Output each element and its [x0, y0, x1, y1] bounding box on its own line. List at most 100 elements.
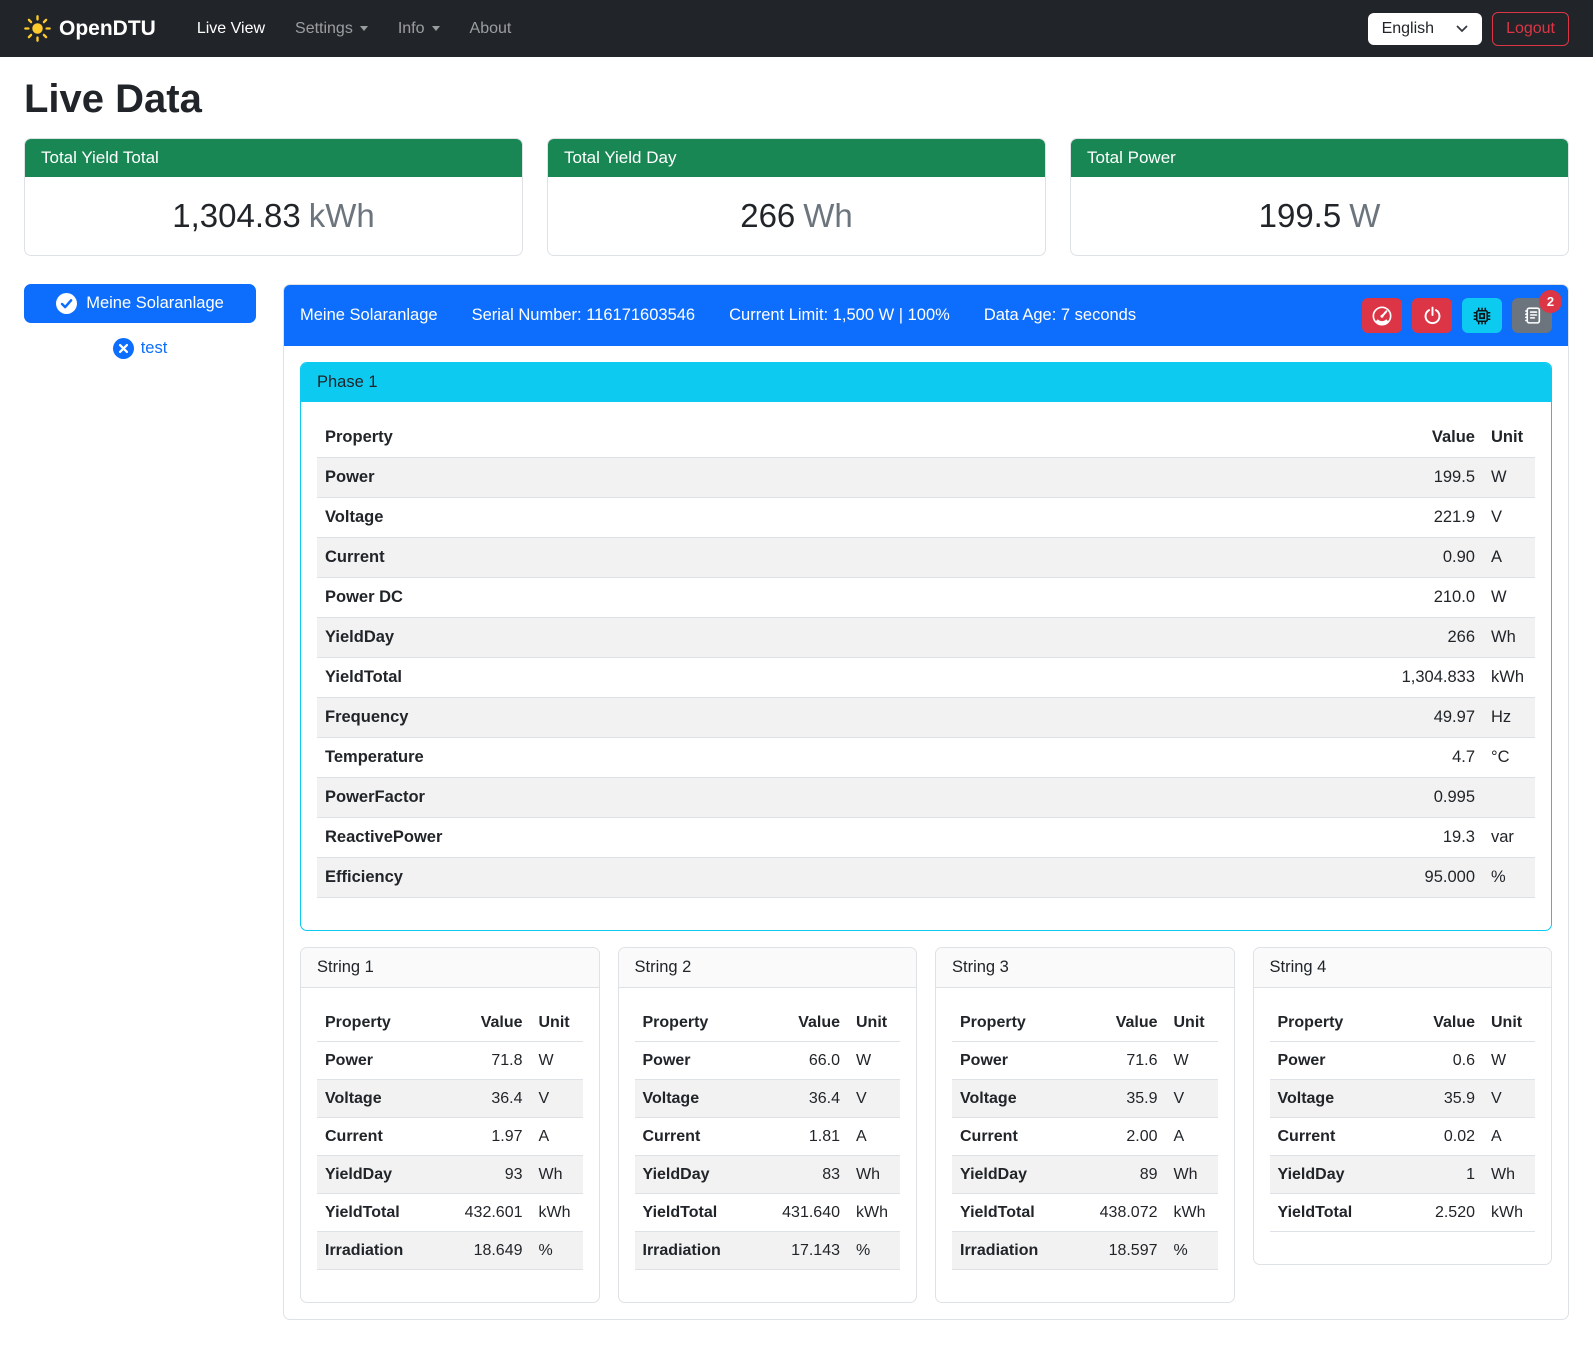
inverter-limit: Current Limit: 1,500 W | 100%: [729, 306, 950, 325]
stat-card-total-power: Total Power 199.5W: [1070, 138, 1569, 256]
device-info-button[interactable]: [1462, 298, 1502, 333]
unit-cell: W: [531, 1042, 583, 1080]
inverter-select-label: Meine Solaranlage: [86, 294, 224, 313]
table-row: YieldTotal2.520kWh: [1270, 1194, 1536, 1232]
nav-info-label: Info: [398, 20, 425, 37]
table-row: Temperature4.7°C: [317, 738, 1535, 778]
value-cell: 1.81: [754, 1118, 848, 1156]
speedometer-icon: [1371, 305, 1393, 327]
chevron-down-icon: [432, 26, 440, 31]
property-cell: YieldTotal: [1270, 1194, 1400, 1232]
property-cell: Current: [635, 1118, 755, 1156]
stat-card-total-yield-total: Total Yield Total 1,304.83kWh: [24, 138, 523, 256]
column-property: Property: [952, 1004, 1072, 1042]
value-cell: 0.02: [1400, 1118, 1483, 1156]
nav-settings[interactable]: Settings: [280, 12, 383, 46]
inverter-list: Meine Solaranlage test: [24, 284, 256, 359]
limit-settings-button[interactable]: [1362, 298, 1402, 333]
app-brand[interactable]: OpenDTU: [24, 15, 156, 42]
table-row: Power71.6W: [952, 1042, 1218, 1080]
table-header-row: Property Value Unit: [635, 1004, 901, 1042]
value-cell: 49.97: [1015, 698, 1483, 738]
stat-unit: Wh: [803, 197, 853, 234]
value-cell: 210.0: [1015, 578, 1483, 618]
string-table: Property Value Unit Power66.0WVoltage36.…: [635, 1004, 901, 1270]
stat-unit: W: [1349, 197, 1380, 234]
unit-cell: A: [848, 1118, 900, 1156]
property-cell: Voltage: [317, 498, 1015, 538]
unit-cell: W: [1483, 578, 1535, 618]
property-cell: Power: [952, 1042, 1072, 1080]
nav-about[interactable]: About: [455, 12, 527, 46]
power-icon: [1422, 305, 1443, 326]
table-row: YieldTotal1,304.833kWh: [317, 658, 1535, 698]
cpu-icon: [1471, 305, 1493, 327]
property-cell: YieldTotal: [317, 1194, 437, 1232]
inverter-card: Meine Solaranlage Serial Number: 1161716…: [283, 284, 1569, 1320]
property-cell: Power: [635, 1042, 755, 1080]
unit-cell: A: [1483, 1118, 1535, 1156]
property-cell: Power DC: [317, 578, 1015, 618]
brand-label: OpenDTU: [59, 17, 156, 41]
value-cell: 2.520: [1400, 1194, 1483, 1232]
table-row: Efficiency95.000%: [317, 858, 1535, 898]
logout-button[interactable]: Logout: [1492, 12, 1569, 46]
unit-cell: W: [1483, 1042, 1535, 1080]
table-row: Power71.8W: [317, 1042, 583, 1080]
unit-cell: Wh: [1483, 1156, 1535, 1194]
property-cell: Voltage: [952, 1080, 1072, 1118]
stat-value: 199.5: [1259, 197, 1342, 234]
string-title: String 4: [1254, 948, 1552, 988]
value-cell: 89: [1072, 1156, 1166, 1194]
value-cell: 17.143: [754, 1232, 848, 1270]
property-cell: YieldDay: [317, 1156, 437, 1194]
table-row: YieldTotal431.640kWh: [635, 1194, 901, 1232]
page-title: Live Data: [24, 77, 1569, 122]
string-card-2: String 2 Property Value Unit: [618, 947, 918, 1303]
unit-cell: %: [1483, 858, 1535, 898]
table-header-row: Property Value Unit: [1270, 1004, 1536, 1042]
value-cell: 71.6: [1072, 1042, 1166, 1080]
table-row: Current1.97A: [317, 1118, 583, 1156]
inverter-select-button[interactable]: Meine Solaranlage: [24, 284, 256, 323]
unit-cell: kWh: [1483, 1194, 1535, 1232]
nav-about-label: About: [470, 20, 512, 37]
column-property: Property: [1270, 1004, 1400, 1042]
property-cell: YieldTotal: [952, 1194, 1072, 1232]
table-row: Power0.6W: [1270, 1042, 1536, 1080]
table-row: Irradiation18.597%: [952, 1232, 1218, 1270]
column-unit: Unit: [531, 1004, 583, 1042]
language-select[interactable]: English: [1368, 13, 1482, 45]
value-cell: 18.649: [437, 1232, 531, 1270]
string-title: String 3: [936, 948, 1234, 988]
column-unit: Unit: [848, 1004, 900, 1042]
event-log-button[interactable]: 2: [1512, 298, 1552, 333]
navbar: OpenDTU Live View Settings Info About En…: [0, 0, 1593, 57]
value-cell: 18.597: [1072, 1232, 1166, 1270]
string-title: String 2: [619, 948, 917, 988]
table-row: Power66.0W: [635, 1042, 901, 1080]
property-cell: Voltage: [635, 1080, 755, 1118]
unit-cell: A: [531, 1118, 583, 1156]
stat-title: Total Yield Total: [25, 139, 522, 177]
inverter-name: Meine Solaranlage: [300, 306, 438, 325]
property-cell: PowerFactor: [317, 778, 1015, 818]
column-unit: Unit: [1483, 418, 1535, 458]
sun-icon: [24, 15, 51, 42]
inverter-card-header: Meine Solaranlage Serial Number: 1161716…: [284, 285, 1568, 346]
value-cell: 438.072: [1072, 1194, 1166, 1232]
table-row: YieldDay266Wh: [317, 618, 1535, 658]
property-cell: YieldTotal: [317, 658, 1015, 698]
value-cell: 1.97: [437, 1118, 531, 1156]
table-row: YieldTotal438.072kWh: [952, 1194, 1218, 1232]
nav-live-view-label: Live View: [197, 20, 265, 37]
power-button[interactable]: [1412, 298, 1452, 333]
stat-title: Total Yield Day: [548, 139, 1045, 177]
unit-cell: kWh: [1483, 658, 1535, 698]
property-cell: YieldDay: [1270, 1156, 1400, 1194]
nav-info[interactable]: Info: [383, 12, 455, 46]
inverter-item-test[interactable]: test: [24, 338, 256, 359]
column-value: Value: [437, 1004, 531, 1042]
value-cell: 0.90: [1015, 538, 1483, 578]
nav-live-view[interactable]: Live View: [182, 12, 280, 46]
